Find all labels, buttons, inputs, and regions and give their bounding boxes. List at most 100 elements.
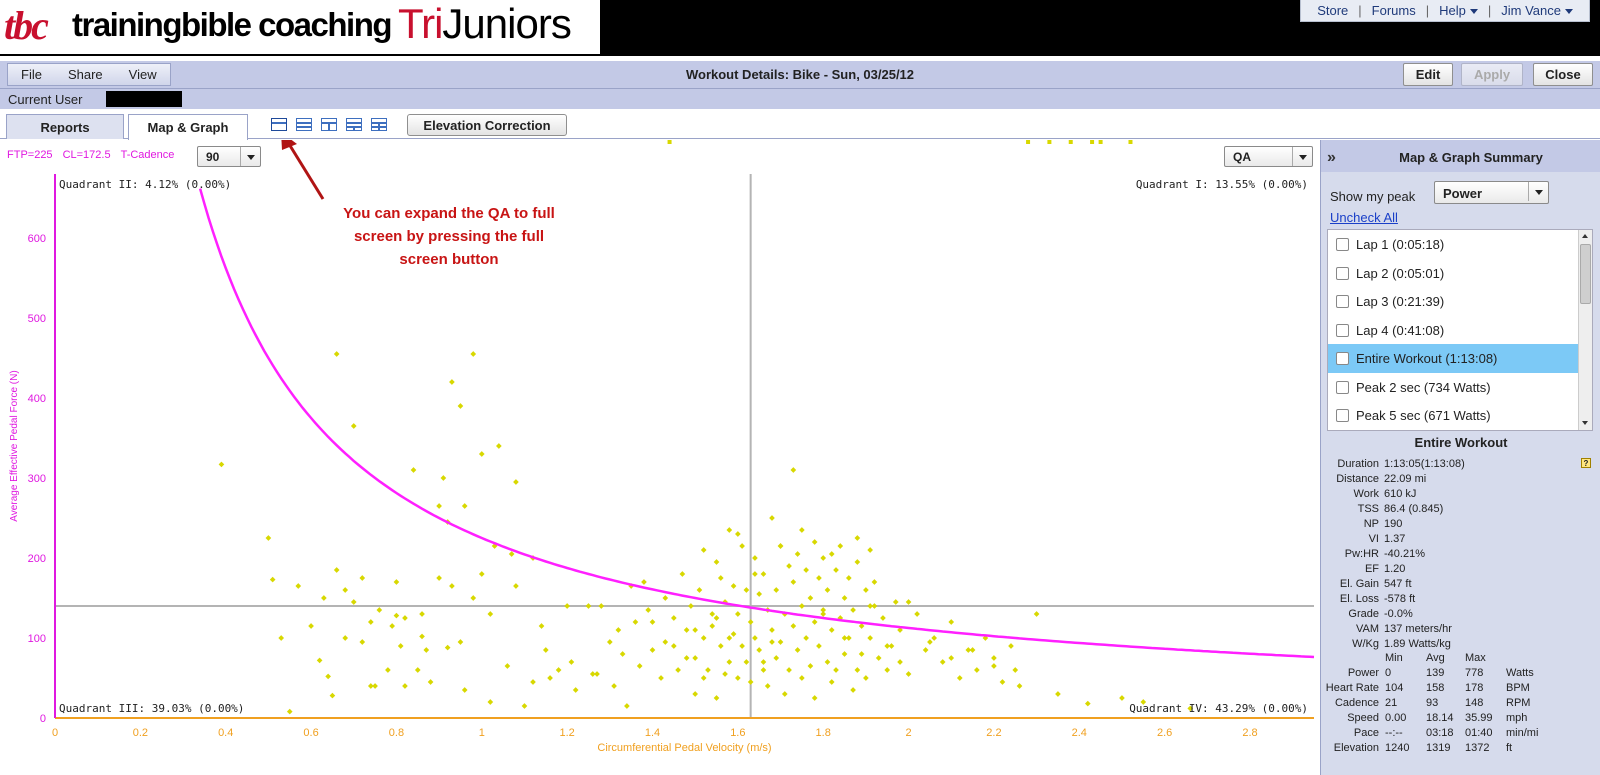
x-tick-label: 0.6 — [303, 727, 318, 739]
layout-three-pane-icon[interactable] — [346, 118, 362, 131]
quadrant-ii-label: Quadrant II: 4.12% (0.00%) — [59, 178, 231, 191]
data-point — [632, 619, 639, 625]
lap-label: Peak 2 sec (734 Watts) — [1356, 379, 1491, 395]
scroll-down-icon[interactable] — [1579, 417, 1592, 430]
lap-checkbox[interactable] — [1336, 238, 1349, 251]
data-point — [905, 599, 912, 605]
data-point — [739, 543, 745, 549]
summary-title: Map & Graph Summary — [1399, 150, 1543, 165]
menu-file[interactable]: File — [8, 64, 55, 85]
data-point — [824, 587, 831, 593]
lap-checkbox[interactable] — [1336, 323, 1349, 337]
data-point — [1012, 667, 1019, 673]
layout-four-pane-icon[interactable] — [371, 118, 387, 131]
stat-value: 1:13:05(1:13:08) — [1384, 458, 1465, 470]
lap-checkbox[interactable] — [1336, 266, 1349, 280]
data-point — [850, 607, 856, 613]
lap-list-item[interactable]: Lap 1 (0:05:18) — [1328, 230, 1580, 259]
data-point — [777, 639, 784, 645]
stat-label: EF — [1364, 563, 1379, 575]
lap-list-item[interactable]: Lap 2 (0:05:01) — [1328, 259, 1580, 288]
nav-user-menu[interactable]: Jim Vance — [1491, 3, 1583, 18]
data-point — [991, 655, 997, 661]
nav-help-menu[interactable]: Help — [1429, 3, 1488, 18]
edit-button[interactable]: Edit — [1403, 63, 1453, 86]
data-point — [1033, 611, 1040, 617]
elevation-correction-button[interactable]: Elevation Correction — [407, 114, 567, 136]
tab-reports[interactable]: Reports — [6, 114, 124, 139]
minmax-avg: 1319 — [1426, 742, 1451, 754]
data-point — [402, 683, 408, 689]
lap-checkbox[interactable] — [1336, 352, 1349, 365]
lap-list-item[interactable]: Peak 2 sec (734 Watts) — [1328, 373, 1580, 402]
data-point — [504, 663, 511, 669]
lap-list-item[interactable]: Peak 5 sec (671 Watts) — [1328, 401, 1580, 430]
minmax-row: Power 0 139 778 Watts — [1321, 667, 1600, 682]
data-point — [730, 631, 737, 637]
data-point — [397, 643, 404, 649]
data-point — [436, 575, 442, 581]
layout-full-screen-icon[interactable] — [271, 118, 287, 131]
ftp-value: FTP=225 — [7, 149, 53, 161]
menu-bar: File Share View — [7, 63, 171, 86]
minmax-max: 148 — [1465, 697, 1484, 709]
data-point — [688, 603, 694, 609]
data-point — [671, 615, 677, 621]
lap-list-item[interactable]: Entire Workout (1:13:08) — [1328, 344, 1580, 373]
y-tick-label: 200 — [28, 553, 46, 565]
data-point — [863, 587, 869, 593]
data-point — [811, 539, 818, 545]
data-point — [773, 587, 780, 593]
lap-checkbox[interactable] — [1336, 295, 1349, 308]
data-point — [350, 423, 357, 429]
scroll-thumb[interactable] — [1580, 244, 1591, 304]
chart-mode-select[interactable]: QA — [1224, 146, 1313, 167]
lap-checkbox[interactable] — [1336, 380, 1349, 394]
lap-checkbox[interactable] — [1336, 409, 1349, 422]
menu-view[interactable]: View — [116, 64, 170, 85]
layout-split-vertical-icon[interactable] — [321, 118, 337, 131]
data-point — [833, 567, 839, 573]
data-point — [777, 543, 784, 549]
nav-store-link[interactable]: Store — [1307, 3, 1358, 18]
tab-map-graph[interactable]: Map & Graph — [128, 114, 248, 140]
collapse-panel-icon[interactable]: » — [1327, 149, 1336, 167]
nav-forums-link[interactable]: Forums — [1362, 3, 1426, 18]
minmax-max: 178 — [1465, 682, 1484, 694]
site-logo[interactable]: tbc trainingbible coaching TriJuniors — [0, 0, 600, 54]
data-point — [333, 567, 340, 573]
minmax-row: Heart Rate 104 158 178 BPM — [1321, 682, 1600, 697]
scroll-up-icon[interactable] — [1579, 230, 1592, 243]
tab-bar: Reports Map & Graph Elevation Correction — [0, 109, 1600, 140]
data-point — [316, 657, 323, 664]
close-button[interactable]: Close — [1533, 63, 1593, 86]
data-point — [308, 623, 314, 629]
data-point — [1026, 140, 1031, 144]
data-point — [828, 551, 835, 557]
x-tick-label: 1.4 — [645, 727, 660, 739]
stat-row: Pw:HR -40.21% — [1321, 548, 1600, 563]
peak-metric-select[interactable]: Power — [1434, 181, 1549, 204]
data-point — [735, 531, 741, 537]
y-tick-label: 0 — [40, 713, 46, 725]
lap-list-item[interactable]: Lap 3 (0:21:39) — [1328, 287, 1580, 316]
lap-label: Lap 1 (0:05:18) — [1356, 237, 1445, 252]
stat-label: Distance — [1336, 473, 1379, 485]
data-point — [841, 595, 848, 601]
x-axis-label: Circumferential Pedal Velocity (m/s) — [597, 742, 771, 754]
data-point — [649, 647, 656, 653]
layout-split-horizontal-icon[interactable] — [296, 118, 312, 131]
apply-button[interactable]: Apply — [1461, 63, 1523, 86]
uncheck-all-link[interactable]: Uncheck All — [1330, 210, 1398, 225]
lap-list-item[interactable]: Lap 4 (0:41:08) — [1328, 316, 1580, 345]
lap-list-scrollbar[interactable] — [1578, 230, 1592, 430]
data-point — [769, 515, 775, 521]
data-point — [1008, 643, 1014, 649]
menu-share[interactable]: Share — [55, 64, 116, 85]
cadence-select[interactable]: 90 — [197, 146, 261, 167]
minmax-min: 104 — [1385, 682, 1404, 694]
minmax-avg: 93 — [1426, 697, 1439, 709]
minmax-k: Heart Rate — [1325, 682, 1379, 694]
data-point — [457, 403, 464, 409]
data-point — [325, 673, 331, 680]
